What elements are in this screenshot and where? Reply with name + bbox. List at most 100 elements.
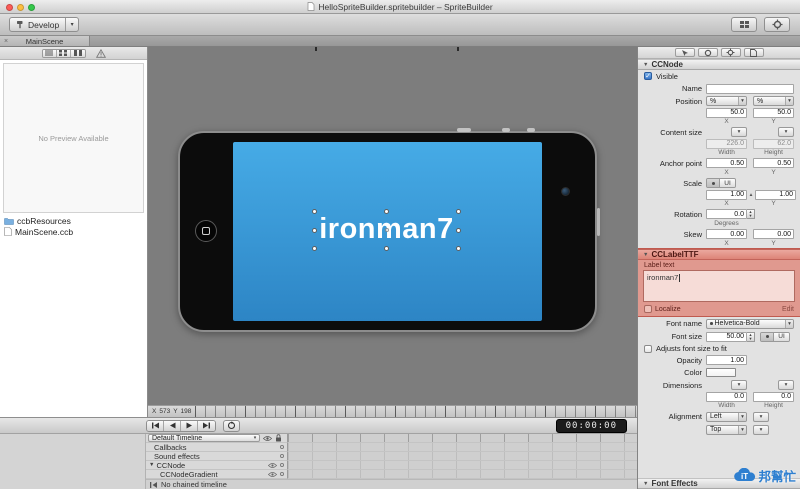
keyframe-dot-icon[interactable] — [280, 445, 284, 449]
eye-icon[interactable] — [268, 462, 277, 469]
timeline-select[interactable]: Default Timeline ▾ — [148, 434, 260, 442]
cclabelttf-section: ▼ CCLabelTTF Label text ironman7 Localiz… — [638, 248, 800, 317]
keyframe-dot-icon[interactable] — [280, 472, 284, 476]
font-name-select[interactable]: Helvetica-Bold ▾ — [706, 318, 794, 329]
cclabelttf-section-header[interactable]: ▼ CCLabelTTF — [638, 249, 800, 260]
skew-y-field[interactable]: 0.00 — [753, 229, 794, 239]
chained-timeline-bar[interactable]: No chained timeline — [146, 479, 637, 489]
localize-checkbox[interactable] — [644, 305, 652, 313]
timeline-track[interactable] — [288, 452, 637, 461]
icon-view-button[interactable] — [56, 49, 71, 57]
resize-handle-bm[interactable] — [384, 246, 389, 251]
visibility-column-button[interactable] — [263, 435, 272, 442]
layout-toggle-button[interactable] — [731, 17, 757, 32]
resize-handle-ml[interactable] — [312, 227, 317, 233]
position-x-field[interactable]: 50.0 — [706, 107, 747, 118]
skew-x-field[interactable]: 0.00 — [706, 229, 747, 239]
name-field[interactable] — [706, 83, 794, 94]
list-view-button[interactable] — [42, 49, 57, 57]
font-size-stepper[interactable]: ▴ ▾ — [747, 331, 755, 342]
vertical-alignment-select[interactable]: Top ▾ — [706, 424, 747, 435]
tab-mainscene[interactable]: × MainScene — [0, 36, 90, 46]
dimensions-height-unit-stepper[interactable]: ▾ — [778, 380, 794, 390]
disclosure-icon[interactable]: ▼ — [643, 481, 648, 487]
step-back-button[interactable] — [164, 420, 181, 431]
timeline-track[interactable] — [288, 461, 637, 470]
scene-canvas[interactable]: ironman7 X 573 Y 198 — [148, 47, 637, 417]
resize-handle-tm[interactable] — [384, 209, 389, 214]
zoom-window-button[interactable] — [28, 3, 35, 11]
close-window-button[interactable] — [6, 3, 13, 11]
section-title: CCLabelTTF — [651, 250, 699, 259]
edit-button[interactable]: Edit — [782, 306, 794, 313]
opacity-row: Opacity 1.00 — [638, 354, 800, 366]
develop-button[interactable]: Develop ▾ — [9, 17, 80, 32]
vertical-alignment-stepper[interactable]: ▾ — [753, 424, 769, 435]
scale-lock-icon[interactable]: ▴ — [747, 192, 755, 198]
minimize-window-button[interactable] — [17, 3, 24, 11]
resize-handle-tr[interactable] — [456, 209, 461, 214]
color-swatch[interactable] — [706, 368, 736, 377]
font-size-absolute-option[interactable] — [761, 332, 773, 341]
content-width-unit-stepper[interactable]: ▾ — [731, 127, 747, 137]
loop-button[interactable] — [223, 419, 240, 432]
position-y-unit-select[interactable]: % ▾ — [753, 96, 794, 106]
template-tab[interactable] — [743, 48, 764, 57]
opacity-field[interactable]: 1.00 — [706, 355, 747, 365]
rotation-stepper[interactable]: ▴ ▾ — [747, 209, 755, 219]
keyframe-dot-icon[interactable] — [280, 454, 284, 458]
alignment-select[interactable]: Left ▾ — [706, 411, 747, 422]
resize-handle-mr[interactable] — [456, 227, 461, 233]
skip-to-start-button[interactable] — [147, 420, 164, 431]
content-height-unit-stepper[interactable]: ▾ — [778, 127, 794, 137]
scale-y-field[interactable]: 1.00 — [755, 189, 796, 200]
dimensions-width-field[interactable]: 0.0 — [706, 391, 747, 402]
file-item-mainscene[interactable]: MainScene.ccb — [0, 226, 147, 237]
resize-handle-br[interactable] — [456, 246, 461, 251]
lock-column-button[interactable] — [275, 434, 282, 442]
column-view-button[interactable] — [70, 49, 85, 57]
label-text-textarea[interactable]: ironman7 — [643, 270, 795, 302]
link-icon — [704, 49, 711, 56]
chevron-down-icon[interactable]: ▾ — [65, 18, 78, 31]
position-x-unit-select[interactable]: % ▾ — [706, 96, 747, 106]
dimensions-row: Dimensions ▾ ▾ — [638, 379, 800, 391]
physics-tab[interactable] — [720, 48, 741, 57]
resize-handle-bl[interactable] — [312, 246, 317, 251]
skip-to-end-button[interactable] — [198, 420, 215, 431]
close-icon[interactable]: × — [4, 38, 8, 45]
anchor-x-field[interactable]: 0.50 — [706, 158, 747, 168]
disclosure-icon[interactable]: ▼ — [149, 462, 154, 468]
code-connections-tab[interactable] — [697, 48, 718, 57]
anchor-point-indicator[interactable] — [384, 228, 389, 232]
eye-icon[interactable] — [268, 471, 277, 478]
item-properties-tab[interactable] — [674, 48, 695, 57]
position-y-field[interactable]: 50.0 — [753, 107, 794, 118]
timeline-ruler[interactable] — [288, 434, 637, 443]
font-size-ui-option[interactable]: UI — [773, 332, 789, 341]
dimensions-height-field[interactable]: 0.0 — [753, 391, 794, 402]
alignment-stepper[interactable]: ▾ — [753, 411, 769, 422]
resize-handle-tl[interactable] — [312, 209, 317, 214]
adjusts-font-checkbox[interactable] — [644, 344, 652, 353]
font-size-field[interactable]: 50.00 — [706, 331, 747, 342]
keyframe-dot-icon[interactable] — [280, 463, 284, 467]
play-button[interactable] — [181, 420, 198, 431]
dimensions-width-unit-stepper[interactable]: ▾ — [731, 380, 747, 390]
disclosure-icon[interactable]: ▼ — [643, 62, 648, 68]
scale-ui-option[interactable]: UI — [719, 179, 735, 187]
ccnode-section-header[interactable]: ▼ CCNode — [638, 59, 800, 70]
anchor-y-field[interactable]: 0.50 — [753, 158, 794, 168]
scale-x-field[interactable]: 1.00 — [706, 189, 747, 200]
disclosure-icon[interactable]: ▼ — [643, 252, 648, 258]
timeline-track[interactable] — [288, 470, 637, 479]
lock-icon — [276, 434, 281, 442]
timeline-track[interactable] — [288, 443, 637, 452]
visible-checkbox[interactable]: ✓ — [644, 72, 652, 80]
rotation-field[interactable]: 0.0 — [706, 209, 747, 219]
settings-button[interactable] — [764, 17, 790, 32]
scale-absolute-option[interactable] — [707, 179, 719, 187]
label-selection-box[interactable]: ironman7 — [312, 209, 461, 251]
file-item-ccbresources[interactable]: ccbResources — [0, 215, 147, 226]
warnings-button[interactable] — [95, 48, 106, 58]
